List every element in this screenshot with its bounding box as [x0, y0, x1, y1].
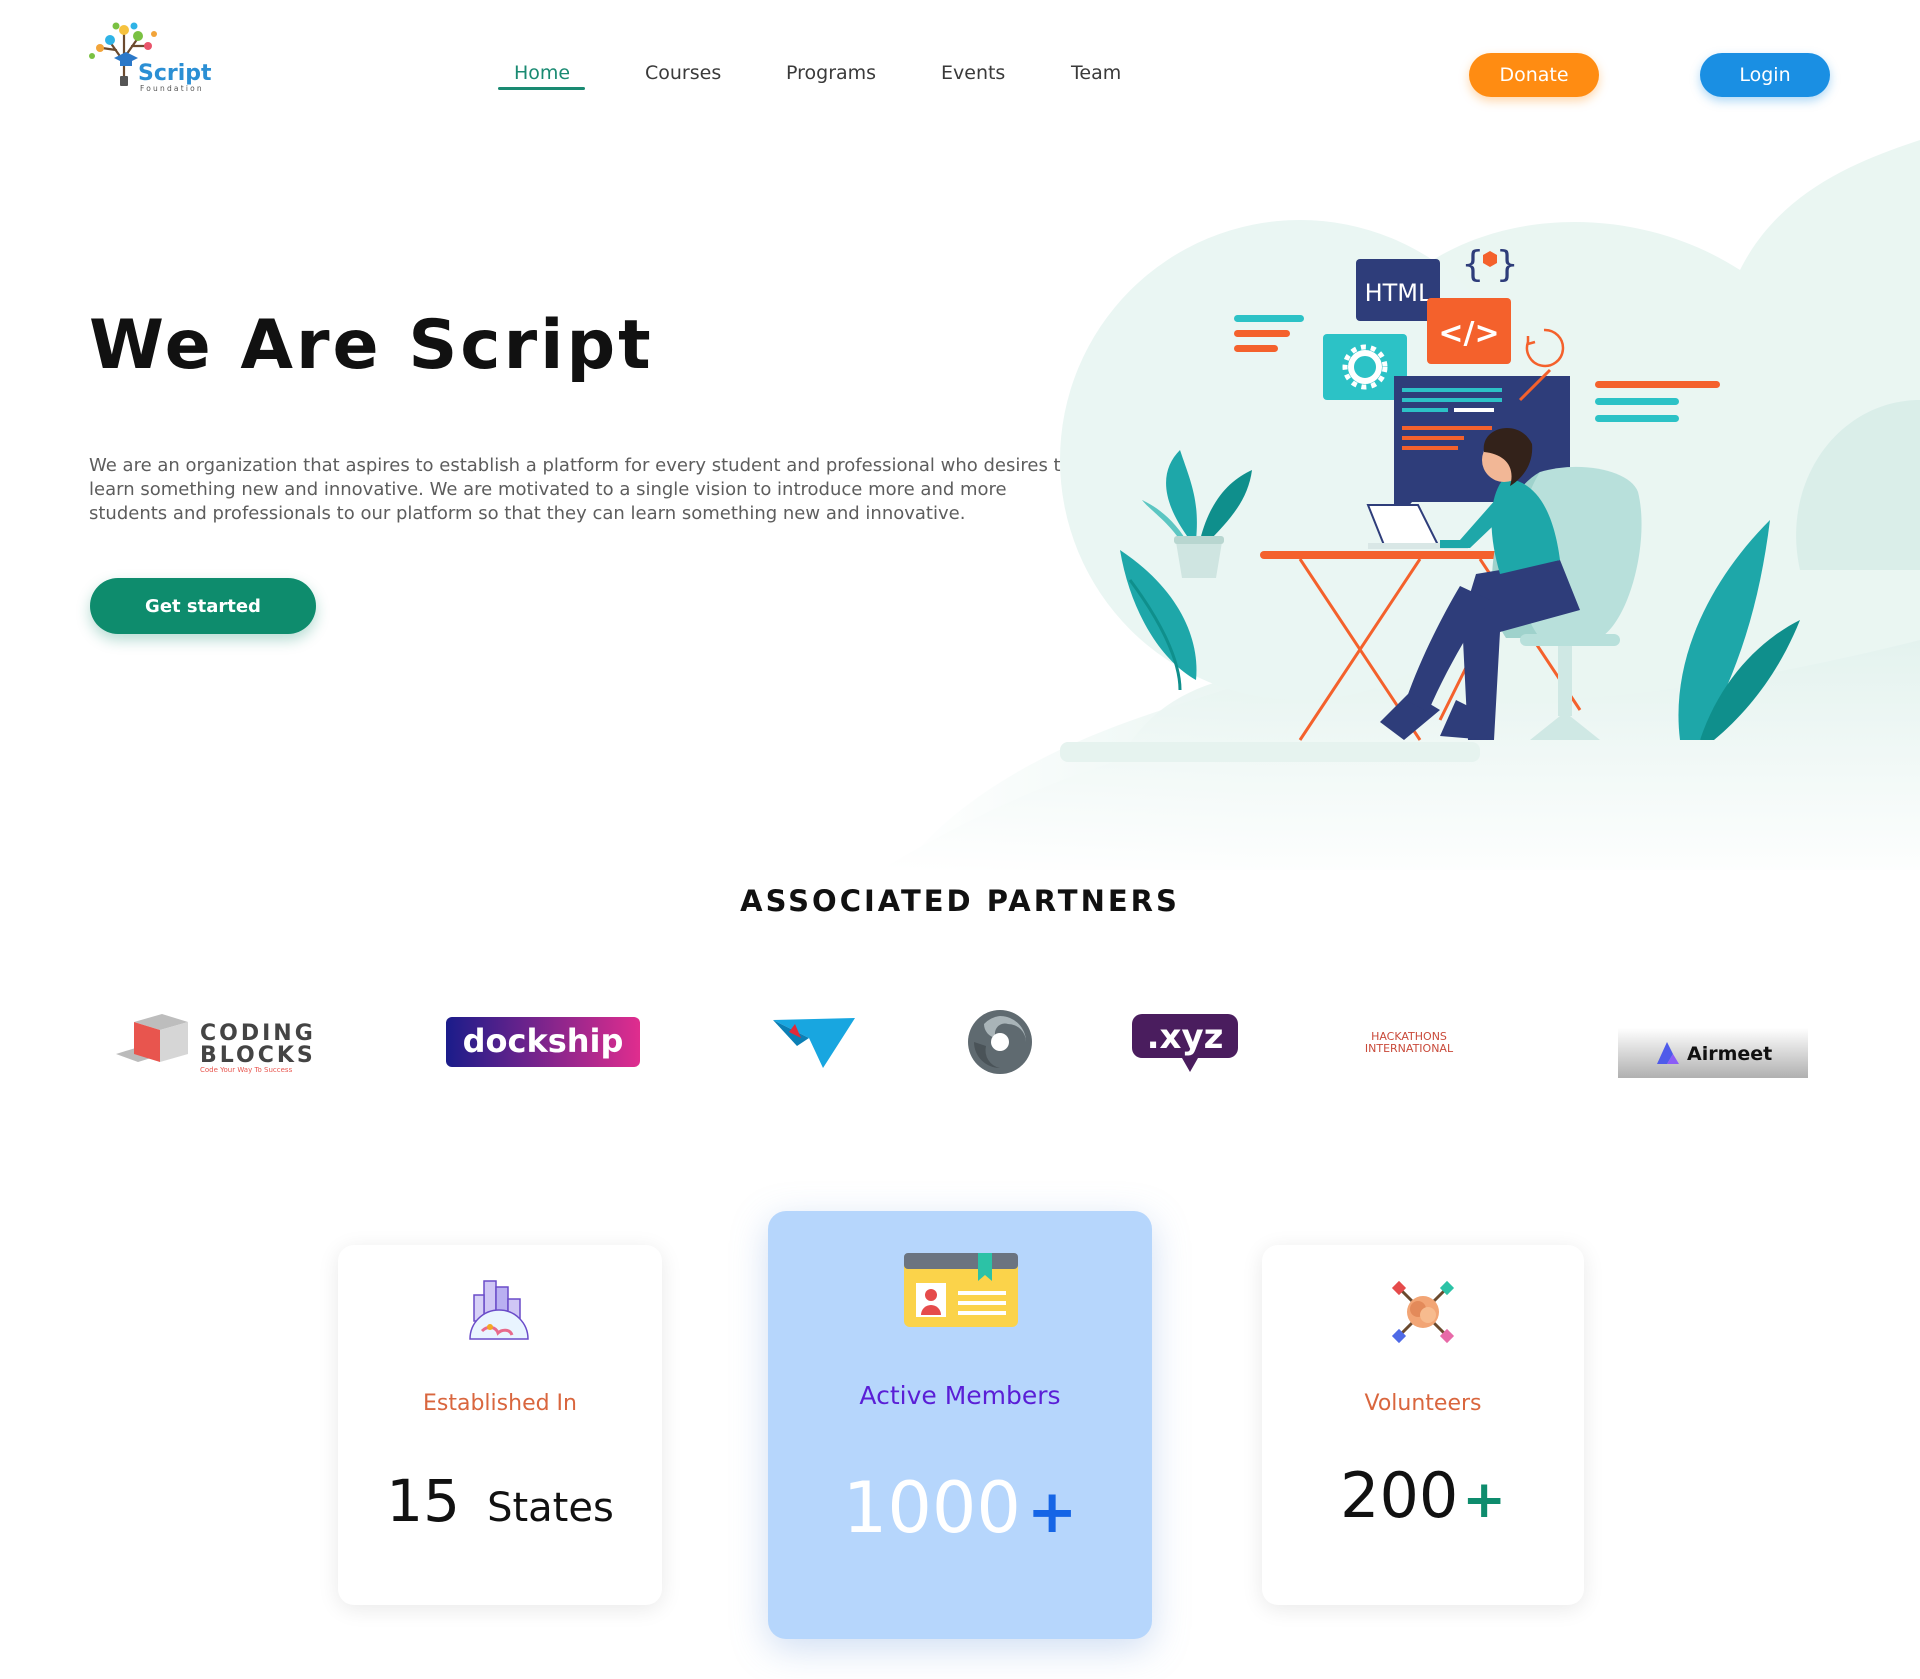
nav-programs[interactable]: Programs: [786, 62, 876, 84]
script-foundation-logo[interactable]: Script Foundation: [80, 12, 220, 94]
city-globe-icon: [466, 1275, 532, 1349]
stat-card-active-members: Active Members 1000 +: [768, 1211, 1152, 1639]
nav-events[interactable]: Events: [941, 62, 1005, 84]
partners-title: ASSOCIATED PARTNERS: [740, 884, 1180, 918]
svg-text:HTML: HTML: [1365, 279, 1432, 307]
partner-xyz-logo[interactable]: .xyz: [1132, 1000, 1238, 1084]
svg-text:BLOCKS: BLOCKS: [200, 1043, 312, 1068]
login-button[interactable]: Login: [1700, 53, 1830, 97]
stat-card-established: Established In 15 States: [338, 1245, 662, 1605]
partner-dockship-logo[interactable]: dockship: [445, 1000, 641, 1084]
nav-active-underline: [498, 87, 585, 90]
partner-airmeet-logo[interactable]: Airmeet: [1618, 1028, 1808, 1078]
stat-value-volunteers: 200+: [1340, 1459, 1506, 1532]
stat-label-volunteers: Volunteers: [1364, 1391, 1482, 1416]
stat-value-established: 15 States: [386, 1467, 614, 1535]
nav-home[interactable]: Home: [514, 62, 570, 84]
get-started-button[interactable]: Get started: [90, 578, 316, 634]
svg-text:Airmeet: Airmeet: [1687, 1043, 1772, 1065]
logo-tree-icon: Script Foundation: [89, 22, 212, 93]
partner-coding-blocks-logo[interactable]: CODING BLOCKS Code Your Way To Success: [112, 1000, 312, 1084]
hero-illustration: HTML </> { }: [880, 100, 1920, 870]
stat-label-established: Established In: [423, 1391, 577, 1416]
hands-together-icon: [1390, 1279, 1456, 1349]
partner-hackathons-international-logo[interactable]: HACKATHONS INTERNATIONAL: [1346, 1000, 1472, 1084]
nav-team[interactable]: Team: [1071, 62, 1121, 84]
svg-text:Foundation: Foundation: [140, 84, 204, 93]
id-card-icon: [902, 1251, 1020, 1333]
hero-title: We Are Script: [89, 306, 654, 385]
svg-text:dockship: dockship: [463, 1022, 624, 1060]
svg-text:.xyz: .xyz: [1147, 1017, 1224, 1057]
partner-swirl-logo[interactable]: [964, 1000, 1036, 1084]
logo-wordmark: Script: [138, 61, 212, 86]
braces-icon: { }: [1461, 244, 1518, 285]
svg-text:</>: </>: [1438, 316, 1499, 351]
stat-card-volunteers: Volunteers 200+: [1262, 1245, 1584, 1605]
stat-label-active-members: Active Members: [859, 1381, 1061, 1410]
svg-text:INTERNATIONAL: INTERNATIONAL: [1365, 1042, 1454, 1055]
stat-value-active-members: 1000 +: [842, 1467, 1078, 1549]
code-tag-icon: </>: [1427, 298, 1511, 364]
nav-courses[interactable]: Courses: [645, 62, 721, 84]
partner-paper-plane-logo[interactable]: [770, 1000, 856, 1084]
donate-button[interactable]: Donate: [1469, 53, 1599, 97]
svg-text:Code Your Way To Success: Code Your Way To Success: [200, 1066, 293, 1074]
